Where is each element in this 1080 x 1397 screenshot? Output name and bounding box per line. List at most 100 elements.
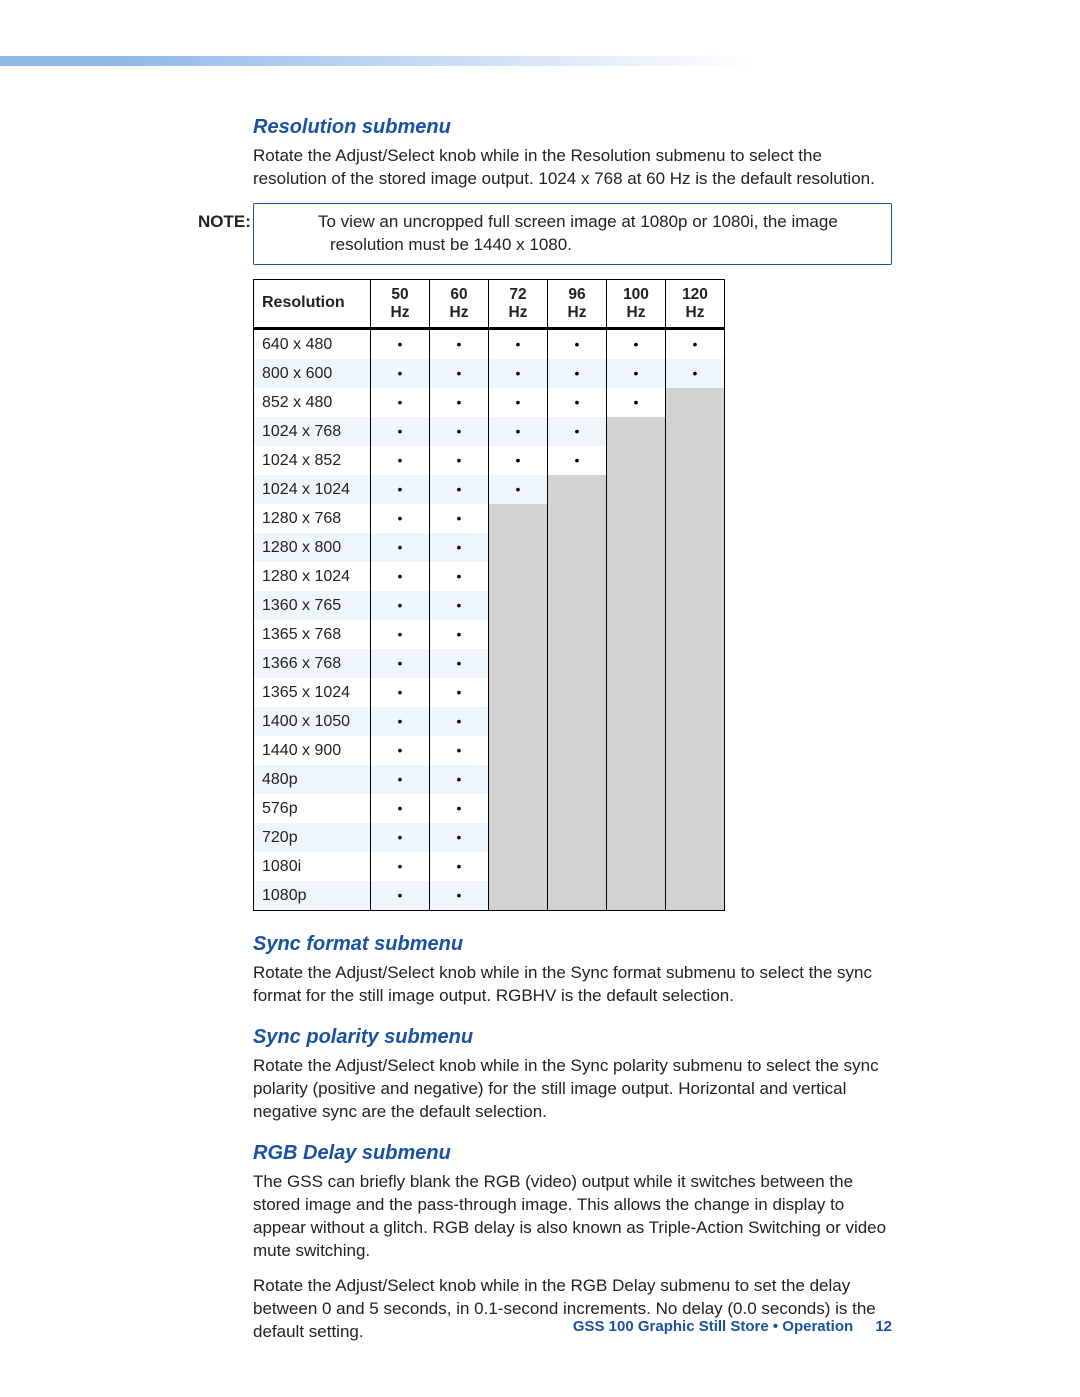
table-cell [607,446,666,475]
note-label: NOTE: [264,211,318,234]
table-cell [371,678,430,707]
table-cell-resolution-label: 1080i [254,852,371,881]
table-cell [607,475,666,504]
table-cell [666,794,725,823]
table-cell [548,823,607,852]
table-cell [548,562,607,591]
table-cell [666,388,725,417]
table-cell [607,649,666,678]
page: Resolution submenu Rotate the Adjust/Sel… [0,0,1080,1397]
table-header-hz: 120Hz [666,279,725,329]
table-cell [666,881,725,911]
table-cell [430,823,489,852]
table-cell [607,329,666,360]
table-cell [666,417,725,446]
table-row: 1360 x 765 [254,591,725,620]
table-row: 1280 x 768 [254,504,725,533]
table-row: 1400 x 1050 [254,707,725,736]
table-cell [371,736,430,765]
table-cell-resolution-label: 1024 x 768 [254,417,371,446]
page-footer: GSS 100 Graphic Still Store • Operation … [573,1318,892,1335]
table-cell [607,707,666,736]
table-cell [607,823,666,852]
table-cell [430,504,489,533]
table-cell [489,736,548,765]
table-cell [666,649,725,678]
table-cell [548,852,607,881]
table-cell [548,533,607,562]
table-cell [666,475,725,504]
table-cell [430,533,489,562]
table-cell-resolution-label: 720p [254,823,371,852]
table-cell [666,736,725,765]
table-cell [548,388,607,417]
table-row: 800 x 600 [254,359,725,388]
table-header-hz: 72Hz [489,279,548,329]
table-cell [548,504,607,533]
table-cell [666,707,725,736]
table-cell [430,765,489,794]
table-cell [371,649,430,678]
table-cell [371,533,430,562]
table-row: 480p [254,765,725,794]
table-cell [430,475,489,504]
table-cell [489,591,548,620]
table-cell-resolution-label: 1365 x 1024 [254,678,371,707]
heading-resolution: Resolution submenu [253,116,892,139]
table-cell [430,562,489,591]
footer-text: GSS 100 Graphic Still Store • Operation [573,1318,853,1335]
table-cell [430,329,489,360]
table-cell [607,678,666,707]
table-cell [489,649,548,678]
table-cell [371,707,430,736]
table-cell [489,620,548,649]
table-cell [371,446,430,475]
heading-rgb-delay: RGB Delay submenu [253,1142,892,1165]
table-cell [607,852,666,881]
table-cell [666,591,725,620]
table-cell-resolution-label: 852 x 480 [254,388,371,417]
table-cell [489,329,548,360]
table-cell [607,533,666,562]
table-cell [548,678,607,707]
table-cell [666,852,725,881]
note-text: To view an uncropped full screen image a… [318,212,838,254]
heading-sync-format: Sync format submenu [253,933,892,956]
table-row: 720p [254,823,725,852]
table-cell [371,852,430,881]
table-cell [666,504,725,533]
table-cell-resolution-label: 1400 x 1050 [254,707,371,736]
table-cell [489,852,548,881]
table-cell [666,562,725,591]
content-area: Resolution submenu Rotate the Adjust/Sel… [253,116,892,1344]
table-cell-resolution-label: 480p [254,765,371,794]
table-cell [548,736,607,765]
table-cell [666,823,725,852]
table-cell [548,446,607,475]
paragraph-sync-format: Rotate the Adjust/Select knob while in t… [253,962,892,1008]
table-cell-resolution-label: 1440 x 900 [254,736,371,765]
table-cell [548,475,607,504]
table-cell [607,504,666,533]
table-row: 1080i [254,852,725,881]
table-cell [430,388,489,417]
table-row: 1024 x 768 [254,417,725,446]
table-cell [548,591,607,620]
table-cell [548,359,607,388]
table-cell [430,736,489,765]
table-cell [607,359,666,388]
table-row: 1024 x 1024 [254,475,725,504]
table-cell [548,881,607,911]
table-cell [666,678,725,707]
table-cell [607,881,666,911]
table-cell-resolution-label: 1024 x 852 [254,446,371,475]
table-cell [489,881,548,911]
table-cell-resolution-label: 1360 x 765 [254,591,371,620]
table-cell [430,678,489,707]
table-cell [489,707,548,736]
table-cell-resolution-label: 1280 x 1024 [254,562,371,591]
table-cell [371,823,430,852]
heading-sync-polarity: Sync polarity submenu [253,1026,892,1049]
table-cell [489,446,548,475]
table-cell [489,823,548,852]
